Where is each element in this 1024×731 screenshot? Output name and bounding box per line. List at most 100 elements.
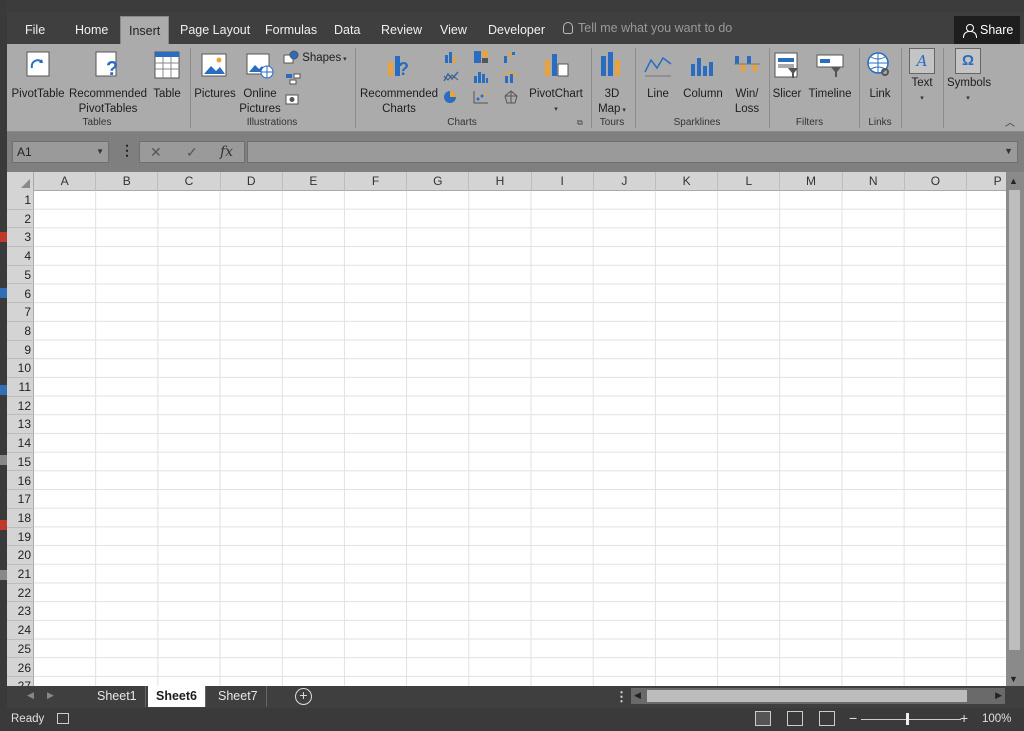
tab-file[interactable]: File [17,16,53,44]
link-button[interactable]: Link [863,50,897,102]
line-chart-icon[interactable] [443,70,459,84]
next-sheet-icon[interactable]: ▶ [47,690,54,701]
row-header[interactable]: 24 [7,621,34,640]
column-header[interactable]: L [718,172,781,191]
tab-insert[interactable]: Insert [120,16,170,44]
sheet-tab-sheet6[interactable]: Sheet6 [148,686,206,707]
row-header[interactable]: 16 [7,472,34,491]
online-pictures-button[interactable]: Online Pictures [237,50,283,117]
zoom-slider[interactable] [861,719,961,720]
column-header[interactable]: D [221,172,283,191]
column-header[interactable]: F [345,172,408,191]
recommended-charts-button[interactable]: ? Recommended Charts [357,50,441,117]
row-header[interactable]: 2 [7,210,34,229]
column-header[interactable]: E [283,172,345,191]
horizontal-scrollbar[interactable]: ◀ ▶ [631,688,1005,704]
column-chart-icon[interactable] [443,50,459,64]
row-header[interactable]: 20 [7,546,34,565]
splitter-handle-icon[interactable]: ⋮ [615,689,628,705]
column-header[interactable]: C [158,172,221,191]
sparkline-line-button[interactable]: Line [639,50,677,102]
row-header[interactable]: 25 [7,640,34,659]
chevron-down-icon[interactable]: ▼ [96,142,104,162]
row-header[interactable]: 10 [7,359,34,378]
sheet-tab-sheet7[interactable]: Sheet7 [210,686,267,707]
zoom-level[interactable]: 100% [982,713,1011,725]
column-header[interactable]: G [407,172,470,191]
row-header[interactable]: 13 [7,415,34,435]
tab-data[interactable]: Data [326,16,368,44]
pivotchart-button[interactable]: PivotChart ▾ [525,50,587,117]
column-header[interactable]: M [780,172,843,191]
row-header[interactable]: 3 [7,228,34,248]
smartart-icon[interactable] [285,72,301,86]
sparkline-winloss-button[interactable]: Win/ Loss [727,50,767,117]
waterfall-chart-icon[interactable] [503,50,519,64]
row-header[interactable]: 8 [7,322,34,341]
page-layout-view-icon[interactable] [787,711,803,726]
scroll-right-icon[interactable]: ▶ [995,690,1002,701]
column-header[interactable]: A [34,172,97,191]
screenshot-icon[interactable] [285,92,301,106]
row-header[interactable]: 14 [7,434,34,453]
tab-developer[interactable]: Developer [480,16,553,44]
row-header[interactable]: 5 [7,266,34,285]
sparkline-column-button[interactable]: Column [679,50,727,102]
column-header[interactable]: I [532,172,594,191]
symbols-button[interactable]: Ω Symbols ▾ [947,48,991,106]
column-header[interactable]: K [656,172,719,191]
normal-view-icon[interactable] [755,711,771,726]
vertical-scroll-thumb[interactable] [1009,190,1020,650]
row-header[interactable]: 26 [7,659,34,678]
radar-chart-icon[interactable] [503,90,519,104]
sheet-tab-sheet1[interactable]: Sheet1 [89,686,146,707]
scroll-down-icon[interactable]: ▼ [1009,674,1018,684]
text-button[interactable]: A Text ▾ [905,48,939,106]
statistic-chart-icon[interactable] [473,70,489,84]
row-header[interactable]: 12 [7,397,34,416]
zoom-out-icon[interactable]: − [849,710,857,726]
3d-map-button[interactable]: 3D Map ▾ [593,50,631,118]
enter-check-icon[interactable]: ✓ [186,144,198,161]
row-header[interactable]: 18 [7,509,34,528]
pictures-button[interactable]: Pictures [193,50,237,102]
vertical-scrollbar[interactable]: ▲ ▼ [1006,172,1024,686]
cancel-icon[interactable]: ✕ [150,144,162,161]
column-header[interactable]: H [469,172,532,191]
share-button[interactable]: Share [954,16,1020,44]
horizontal-scroll-thumb[interactable] [647,690,967,702]
tell-me-search[interactable]: Tell me what you want to do [563,21,732,35]
column-header[interactable]: J [594,172,656,191]
column-header[interactable]: N [843,172,905,191]
column-header[interactable]: O [905,172,967,191]
macro-recording-icon[interactable] [57,713,69,724]
row-header[interactable]: 17 [7,490,34,509]
zoom-slider-thumb[interactable] [906,713,909,725]
hierarchy-chart-icon[interactable] [473,50,489,64]
row-header[interactable]: 23 [7,602,34,622]
row-header[interactable]: 15 [7,453,34,472]
scatter-chart-icon[interactable] [473,90,489,104]
page-break-view-icon[interactable] [819,711,835,726]
more-options-icon[interactable]: ⋮ [120,142,134,159]
combo-chart-icon[interactable] [503,70,519,84]
timeline-button[interactable]: Timeline [805,50,855,102]
row-header[interactable]: 9 [7,341,34,360]
row-header[interactable]: 6 [7,285,34,304]
cell-area[interactable] [34,191,1006,686]
slicer-button[interactable]: Slicer [771,50,803,102]
new-sheet-button[interactable]: + [295,688,312,705]
row-header[interactable]: 1 [7,191,34,210]
row-header[interactable]: 21 [7,565,34,584]
zoom-in-icon[interactable]: + [960,710,968,726]
name-box[interactable]: A1 ▼ [12,141,109,163]
scroll-left-icon[interactable]: ◀ [634,690,641,701]
recommended-pivottables-button[interactable]: ? Recommended PivotTables [67,50,149,117]
tab-page-layout[interactable]: Page Layout [172,16,258,44]
insert-function-icon[interactable]: fx [220,144,233,160]
prev-sheet-icon[interactable]: ◀ [27,690,34,701]
tab-home[interactable]: Home [67,16,116,44]
tab-formulas[interactable]: Formulas [257,16,325,44]
row-header[interactable]: 19 [7,528,34,547]
shapes-button[interactable]: Shapes ▾ [283,50,351,67]
